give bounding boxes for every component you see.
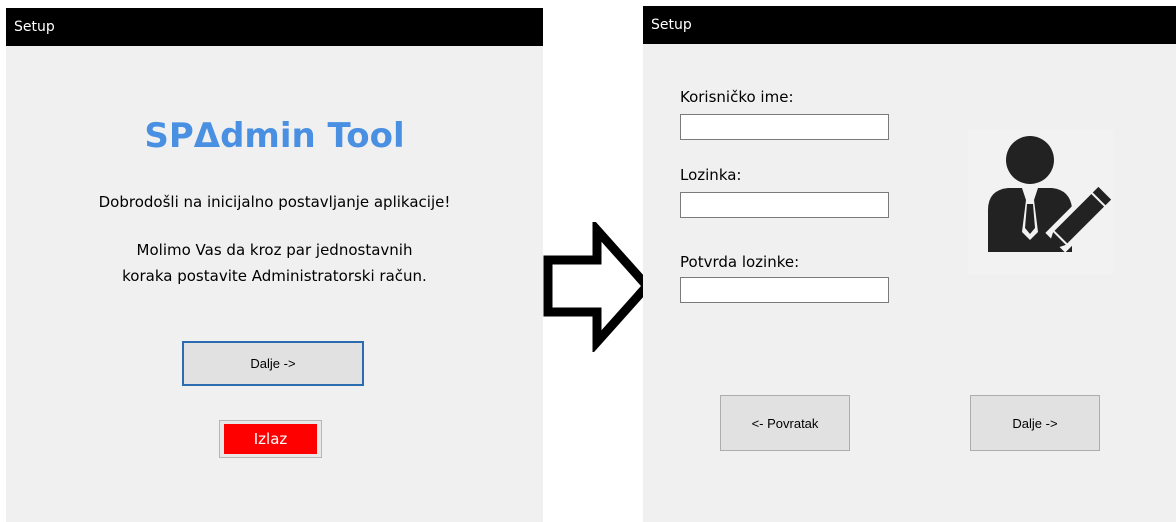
exit-button[interactable]: Izlaz: [219, 420, 322, 458]
username-label: Korisničko ime:: [680, 88, 794, 106]
username-field[interactable]: [680, 114, 889, 140]
welcome-window: Setup SPΔdmin Tool Dobrodošli na inicija…: [6, 8, 543, 522]
window-title: Setup: [651, 17, 692, 33]
confirm-password-label: Potvrda lozinke:: [680, 253, 800, 271]
window-title: Setup: [14, 19, 55, 35]
next-button[interactable]: Dalje ->: [182, 341, 364, 386]
password-label: Lozinka:: [680, 166, 742, 184]
window-titlebar: Setup: [6, 8, 543, 46]
arrow-right-icon: [543, 222, 653, 352]
window-titlebar: Setup: [643, 6, 1176, 44]
exit-button-label: Izlaz: [224, 424, 317, 454]
user-edit-icon: [968, 130, 1113, 275]
account-window: Setup Korisničko ime: Lozinka: Potvrda l…: [643, 6, 1176, 522]
instruction-line-1: Molimo Vas da kroz par jednostavnih: [136, 241, 413, 259]
back-button[interactable]: <- Povratak: [720, 395, 850, 451]
welcome-text: Dobrodošli na inicijalno postavljanje ap…: [98, 193, 451, 211]
password-field[interactable]: [680, 192, 889, 218]
next-button[interactable]: Dalje ->: [970, 395, 1100, 451]
instruction-line-2: koraka postavite Administratorski račun.: [122, 267, 427, 285]
app-name: SPΔdmin Tool: [144, 116, 405, 156]
confirm-password-field[interactable]: [680, 277, 889, 303]
